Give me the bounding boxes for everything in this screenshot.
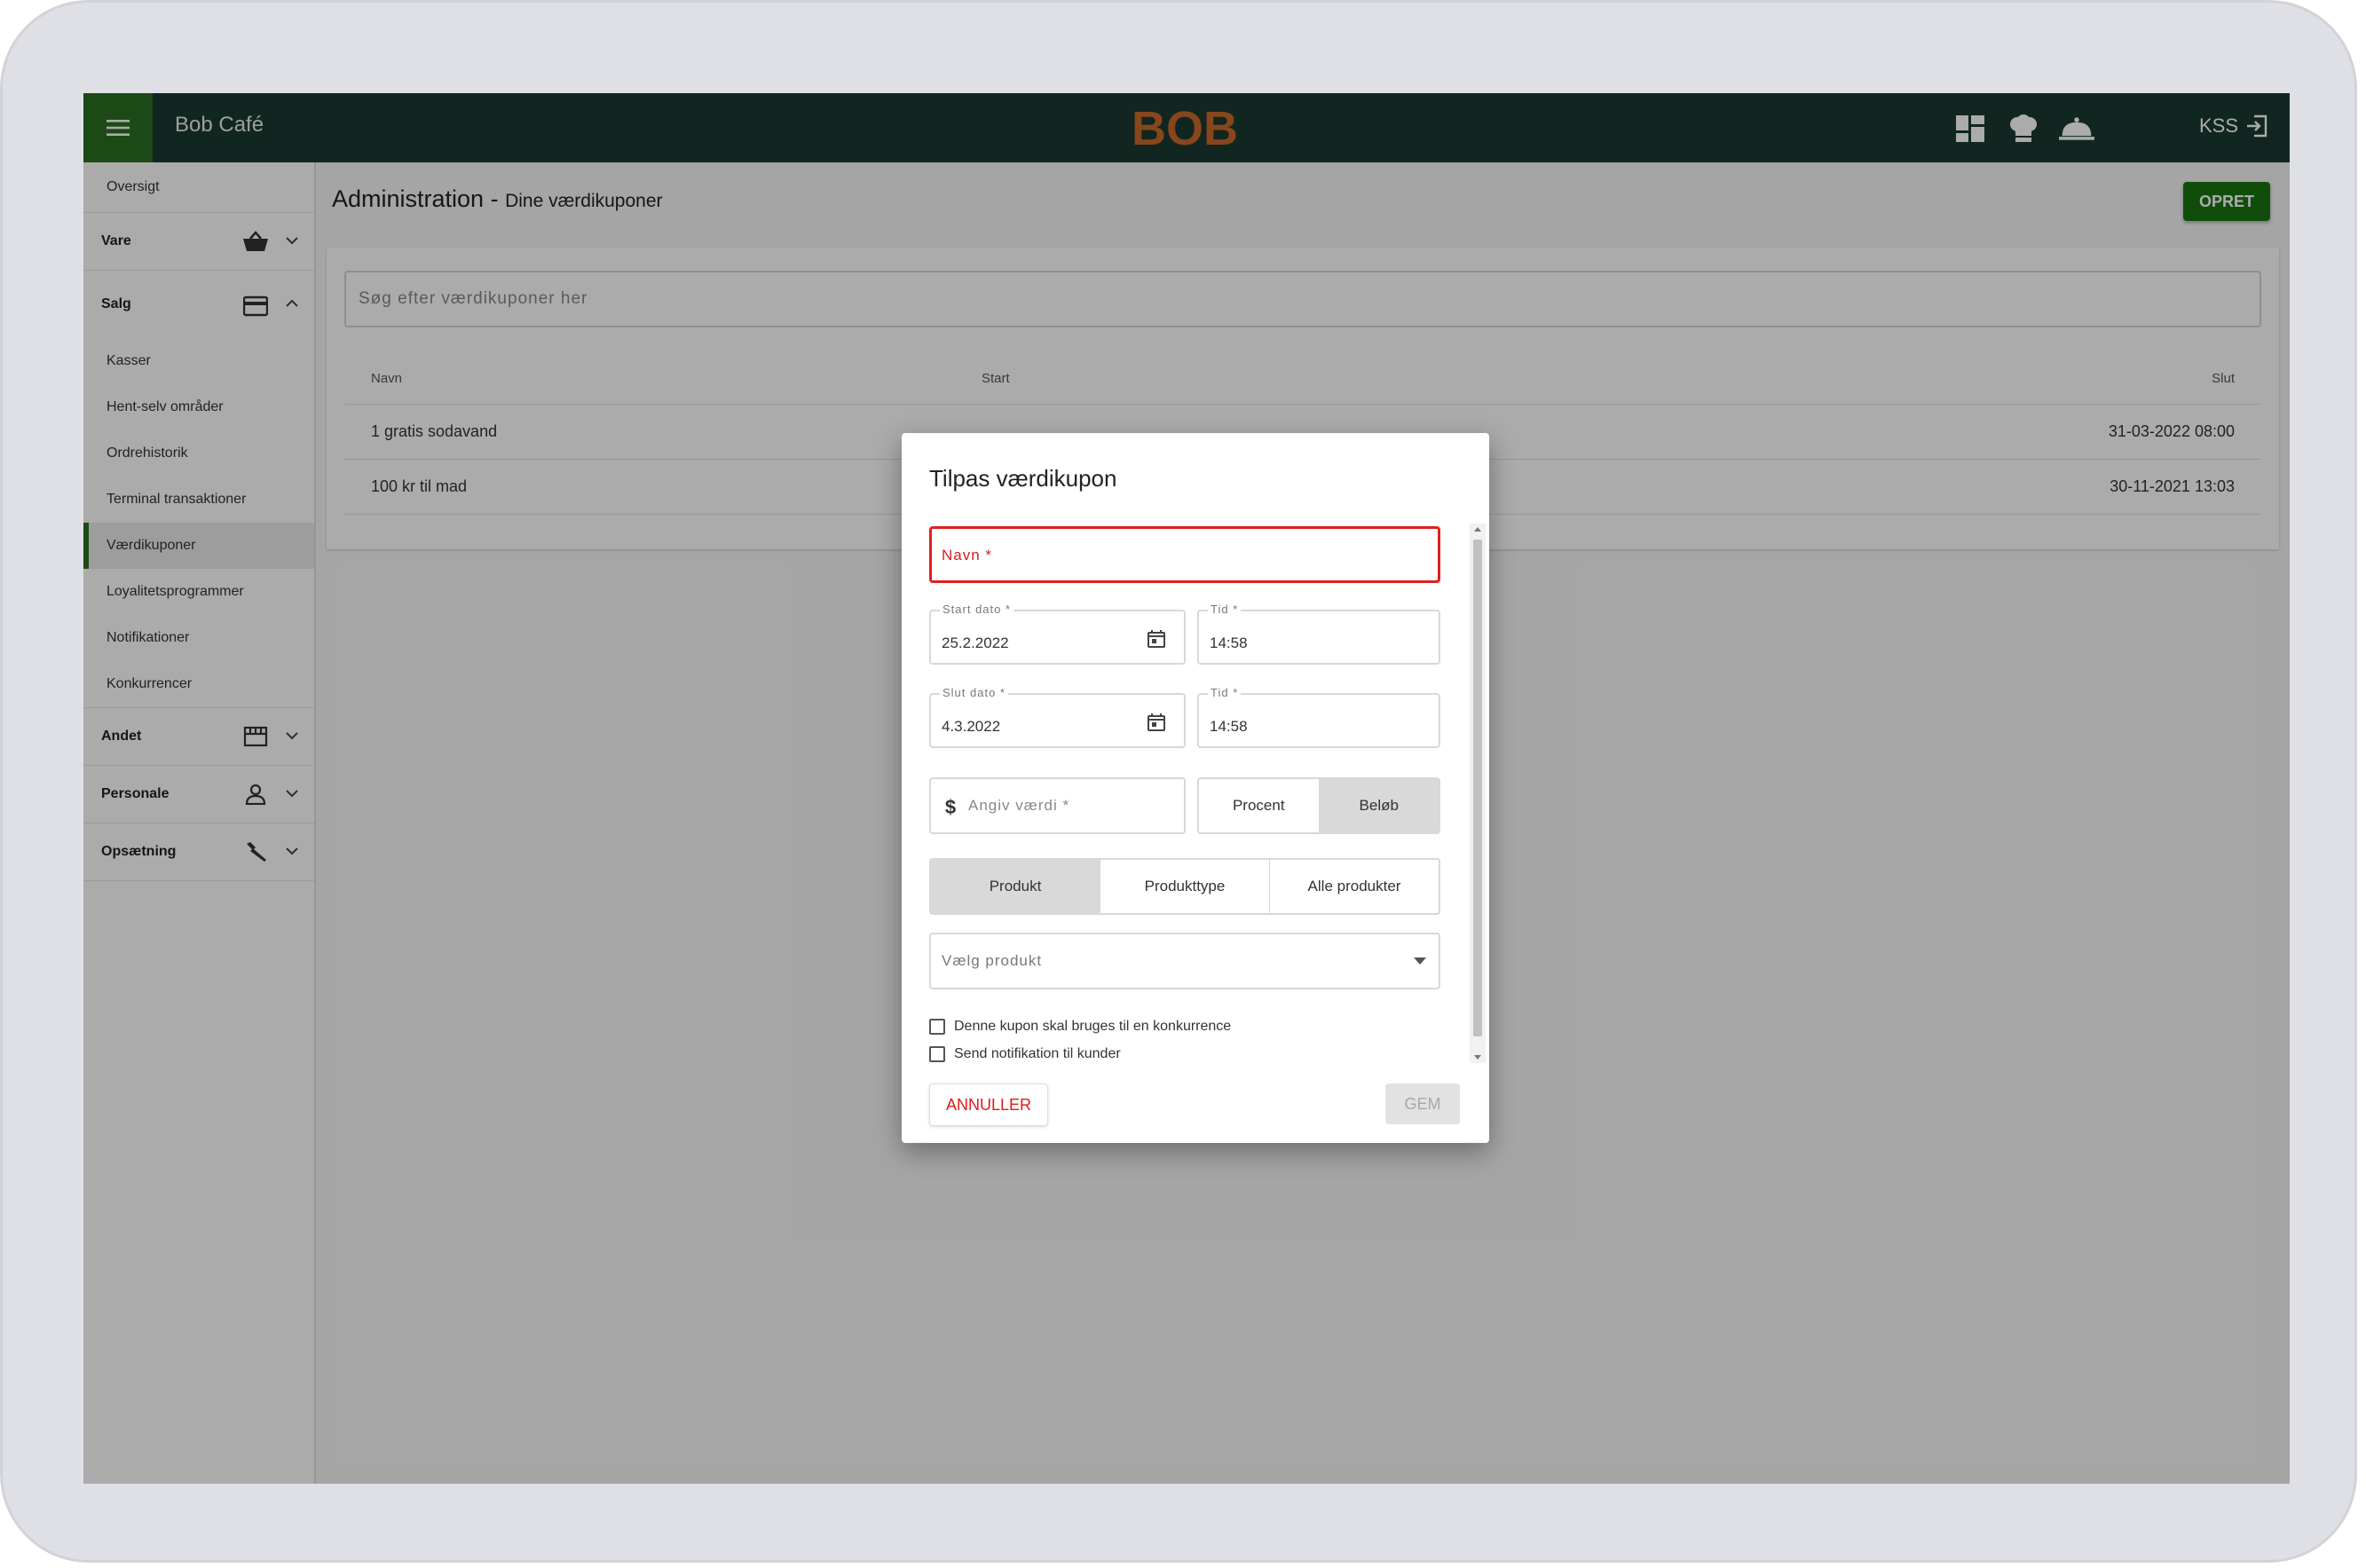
dollar-icon: $ bbox=[945, 797, 956, 818]
name-input[interactable]: Navn * bbox=[929, 526, 1440, 583]
value-input[interactable]: $ Angiv værdi * bbox=[929, 777, 1186, 834]
scroll-up-icon[interactable] bbox=[1474, 527, 1481, 532]
start-time-field[interactable]: Tid * 14:58 bbox=[1197, 603, 1440, 665]
calendar-icon[interactable] bbox=[1147, 713, 1166, 732]
notify-checkbox[interactable] bbox=[929, 1046, 945, 1062]
end-date-field[interactable]: Slut dato * 4.3.2022 bbox=[929, 686, 1186, 748]
scroll-down-icon[interactable] bbox=[1474, 1055, 1481, 1060]
cancel-button[interactable]: ANNULLER bbox=[929, 1083, 1048, 1126]
end-time-value: 14:58 bbox=[1210, 718, 1248, 735]
toggle-belob[interactable]: Beløb bbox=[1319, 779, 1439, 832]
start-time-value: 14:58 bbox=[1210, 634, 1248, 651]
product-select[interactable]: Vælg produkt bbox=[929, 933, 1440, 989]
notify-checkbox-row[interactable]: Send notifikation til kunder bbox=[929, 1046, 1121, 1062]
app-screen: Bob Café BOB KSS Oversigt Vare Salg Kass… bbox=[83, 93, 2290, 1484]
dialog-title: Tilpas værdikupon bbox=[929, 465, 1117, 492]
value-type-toggle: Procent Beløb bbox=[1197, 777, 1440, 834]
name-placeholder: Navn * bbox=[942, 547, 993, 563]
value-placeholder: Angiv værdi * bbox=[968, 797, 1070, 814]
start-date-label: Start dato * bbox=[940, 603, 1014, 616]
competition-checkbox-label: Denne kupon skal bruges til en konkurren… bbox=[954, 1019, 1232, 1034]
product-placeholder: Vælg produkt bbox=[942, 952, 1043, 969]
end-date-value: 4.3.2022 bbox=[942, 718, 1001, 735]
end-date-label: Slut dato * bbox=[940, 686, 1008, 699]
start-date-value: 25.2.2022 bbox=[942, 634, 1009, 651]
competition-checkbox-row[interactable]: Denne kupon skal bruges til en konkurren… bbox=[929, 1019, 1231, 1035]
save-button[interactable]: GEM bbox=[1385, 1083, 1460, 1124]
coupon-dialog: Tilpas værdikupon Navn * Start dato * 25… bbox=[902, 433, 1489, 1143]
end-time-label: Tid * bbox=[1208, 686, 1242, 699]
toggle-produkttype[interactable]: Produkttype bbox=[1100, 860, 1270, 913]
device-frame: Bob Café BOB KSS Oversigt Vare Salg Kass… bbox=[0, 0, 2357, 1563]
calendar-icon[interactable] bbox=[1147, 629, 1166, 649]
start-time-label: Tid * bbox=[1208, 603, 1242, 616]
competition-checkbox[interactable] bbox=[929, 1019, 945, 1035]
dialog-scrollbar[interactable] bbox=[1470, 524, 1486, 1063]
notify-checkbox-label: Send notifikation til kunder bbox=[954, 1046, 1121, 1061]
toggle-produkt[interactable]: Produkt bbox=[931, 860, 1100, 913]
end-time-field[interactable]: Tid * 14:58 bbox=[1197, 686, 1440, 748]
start-date-field[interactable]: Start dato * 25.2.2022 bbox=[929, 603, 1186, 665]
toggle-alle-produkter[interactable]: Alle produkter bbox=[1270, 860, 1439, 913]
dropdown-caret-icon bbox=[1414, 957, 1426, 965]
scroll-thumb[interactable] bbox=[1473, 540, 1482, 1036]
toggle-procent[interactable]: Procent bbox=[1199, 779, 1320, 832]
scope-toggle: Produkt Produkttype Alle produkter bbox=[929, 858, 1440, 915]
svg-text:$: $ bbox=[945, 797, 956, 818]
